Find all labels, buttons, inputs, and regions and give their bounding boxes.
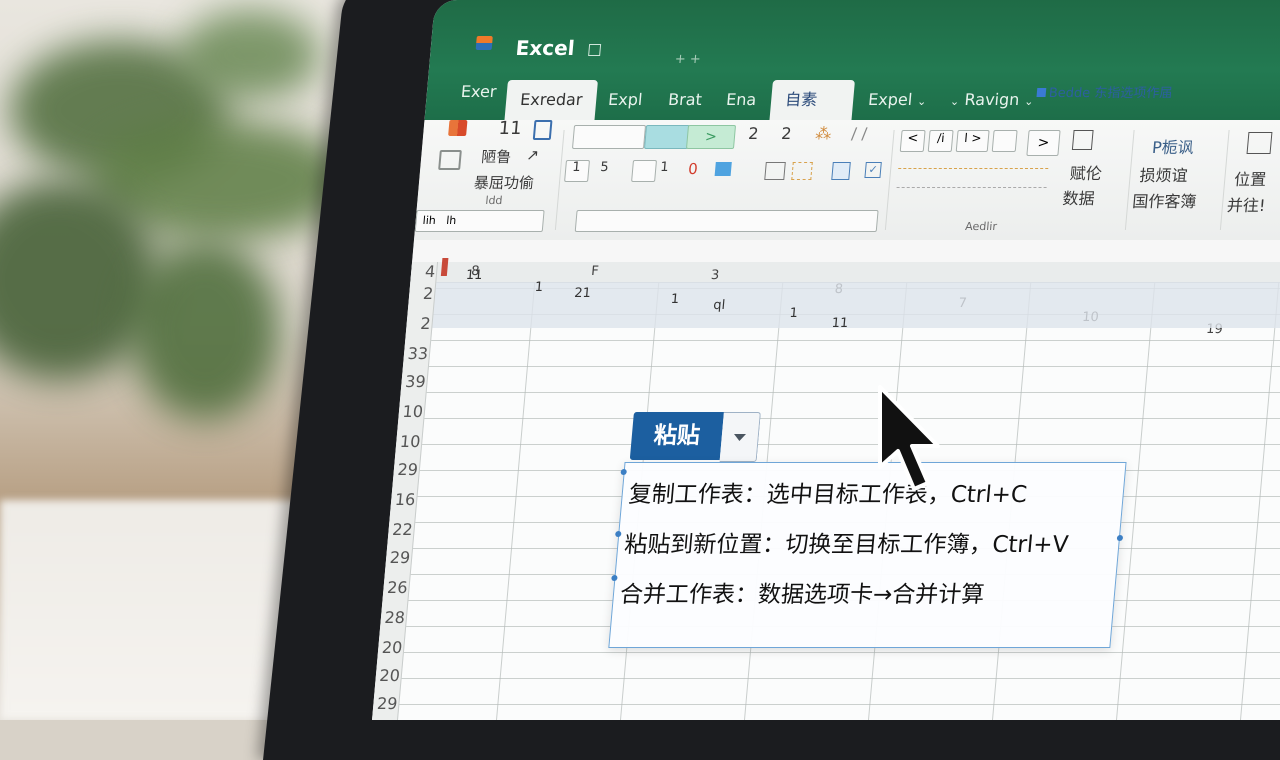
- resize-handle[interactable]: [615, 531, 622, 537]
- restore-icon[interactable]: [588, 44, 602, 56]
- nav-right-button[interactable]: >: [1026, 130, 1061, 156]
- position-label[interactable]: 位置: [1233, 166, 1267, 190]
- document-title: Bedde 东指选项作届: [1036, 82, 1173, 101]
- tab-exer[interactable]: Exer: [445, 72, 512, 112]
- analysis-label[interactable]: 赋伦: [1069, 160, 1103, 184]
- paste-button[interactable]: 粘贴: [629, 412, 724, 460]
- excel-window: Excel + + Exer Exredar Expl Brat Ena 自素 …: [372, 0, 1280, 720]
- tab-brat[interactable]: Brat: [652, 80, 717, 120]
- merge-label[interactable]: 并往!: [1226, 192, 1267, 216]
- column-header[interactable]: 3: [710, 268, 720, 283]
- cell-value: 11: [465, 268, 484, 283]
- paste-tooltip: 复制工作表：选中目标工作表，Ctrl+C 粘贴到新位置：切换至目标工作簿，Ctr…: [608, 462, 1127, 648]
- nav-box-3[interactable]: [991, 130, 1018, 152]
- header-row-band: [431, 282, 1280, 328]
- tab-expel[interactable]: Expel ⌄: [852, 80, 942, 120]
- chevron-down-icon: [733, 434, 747, 441]
- cell-value: 1: [534, 280, 544, 295]
- row-number[interactable]: 20: [372, 666, 401, 685]
- app-title: Excel: [514, 36, 576, 60]
- row-icons[interactable]: [896, 168, 1049, 188]
- cell-1b-value: 1: [659, 160, 670, 175]
- tab-exredar[interactable]: Exredar: [504, 80, 599, 120]
- resize-handle[interactable]: [611, 575, 618, 581]
- ribbon-tabs: Exer Exredar Expl Brat Ena 自素 Expel ⌄ ⌄ …: [424, 70, 1280, 120]
- group-caption: Aedlir: [964, 220, 998, 233]
- chevron-down-icon: ⌄: [916, 95, 928, 108]
- tooltip-line-merge: 合并工作表：数据选项卡→合并计算: [618, 582, 986, 608]
- checkbox-icon[interactable]: ✓: [864, 162, 882, 178]
- tab-ravign[interactable]: ⌄ Ravign ⌄: [934, 80, 1049, 120]
- tool-label-3[interactable]: 国作客簿: [1131, 188, 1198, 212]
- font-size-value[interactable]: 11: [498, 118, 523, 139]
- format-box-2[interactable]: [643, 125, 691, 149]
- formula-bar: lih lh: [411, 210, 1280, 263]
- title-bar: Excel + +: [428, 0, 1280, 70]
- title-dots: + +: [674, 52, 702, 67]
- nav-left-button[interactable]: <: [899, 130, 926, 152]
- brush-icon[interactable]: ↗: [526, 146, 540, 164]
- column-header[interactable]: F: [591, 264, 600, 279]
- document-title-text: Bedde 东指选项作届: [1048, 86, 1174, 101]
- cell-value: 11: [831, 316, 849, 331]
- tab-expel-label: Expel: [867, 90, 914, 109]
- tab-zisu[interactable]: 自素: [769, 80, 855, 120]
- fill-color-icon[interactable]: [714, 162, 732, 176]
- sort-icon[interactable]: ⁂: [814, 124, 832, 143]
- tab-ena[interactable]: Ena: [710, 80, 772, 120]
- border-icon[interactable]: [764, 162, 786, 180]
- clipboard-icon[interactable]: [438, 150, 462, 170]
- wrap-icon[interactable]: [831, 162, 851, 180]
- nav-box-1[interactable]: /i: [927, 130, 954, 152]
- cell-5-value: 5: [599, 160, 610, 175]
- tab-expl[interactable]: Expl: [592, 80, 658, 120]
- mouse-pointer-icon: [878, 385, 940, 491]
- plant-leaf: [130, 240, 280, 420]
- cell-box[interactable]: [631, 160, 657, 182]
- paste-options-dropdown[interactable]: [719, 412, 761, 462]
- excel-app-icon: [475, 36, 493, 50]
- cell-0-value: 0: [687, 160, 699, 178]
- cell-value: 1: [670, 292, 680, 307]
- cell-value: 21: [573, 286, 592, 301]
- ribbon-separator: [554, 130, 565, 230]
- plant-leaf: [180, 10, 320, 100]
- position-icon[interactable]: [1246, 132, 1273, 154]
- name-box[interactable]: lih lh: [414, 210, 545, 232]
- chevron-down-icon: ⌄: [949, 95, 960, 108]
- ribbon-separator: [1124, 130, 1135, 230]
- tool-label-2[interactable]: 损烦谊: [1139, 162, 1189, 186]
- document-icon: [1036, 88, 1047, 97]
- slash-icon[interactable]: / /: [850, 124, 868, 143]
- num-2a[interactable]: 2: [747, 124, 759, 143]
- data-label[interactable]: 数据: [1062, 185, 1096, 209]
- format-icon[interactable]: [532, 120, 553, 140]
- format-box-1[interactable]: [571, 125, 647, 149]
- chevron-down-icon: ⌄: [1023, 95, 1035, 108]
- formula-input[interactable]: [574, 210, 879, 232]
- cell-value: ql: [712, 298, 726, 313]
- num-2b[interactable]: 2: [780, 124, 792, 143]
- nav-box-2[interactable]: l >: [955, 130, 990, 152]
- tooltip-line-copy: 复制工作表：选中目标工作表，Ctrl+C: [627, 482, 1029, 508]
- align-icon[interactable]: [791, 162, 813, 180]
- group-caption: ldd: [484, 194, 504, 207]
- cell-value: 1: [788, 306, 799, 321]
- row-number[interactable]: 29: [372, 694, 398, 713]
- paste-icon[interactable]: [448, 120, 468, 136]
- ribbon-separator: [884, 130, 895, 230]
- function-label[interactable]: 暴屈功偷: [473, 172, 535, 193]
- tooltip-line-paste: 粘贴到新位置：切换至目标工作簿，Ctrl+V: [623, 532, 1070, 558]
- arrow-right-icon[interactable]: >: [685, 125, 737, 149]
- resize-handle[interactable]: [620, 469, 627, 475]
- tool-label-1[interactable]: P栀讽: [1151, 134, 1195, 158]
- tab-ravign-label: Ravign: [963, 90, 1021, 109]
- cell-1-value: 1: [571, 160, 582, 175]
- reduce-label: 陋鲁: [480, 148, 513, 166]
- analysis-icon[interactable]: [1071, 130, 1094, 150]
